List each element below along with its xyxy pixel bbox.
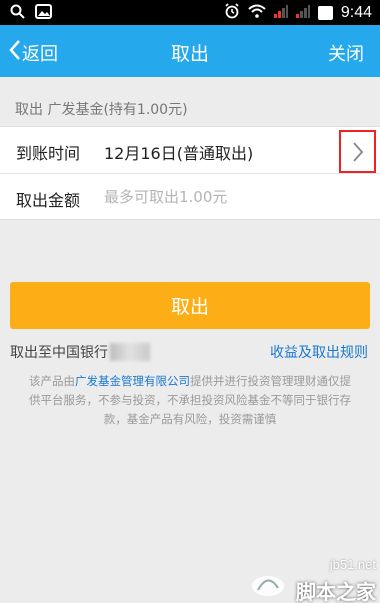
signal-icon: [295, 4, 310, 22]
arrival-time-row[interactable]: 到账时间 12月16日(普通取出): [0, 126, 380, 174]
image-icon: [35, 4, 52, 23]
signal-icon: [273, 4, 288, 22]
withdraw-button[interactable]: 取出: [10, 282, 370, 329]
rules-link[interactable]: 收益及取出规则: [270, 342, 368, 362]
nav-bar: 返回 取出 关闭: [0, 25, 380, 77]
bank-label: 取出至中国银行: [10, 345, 108, 361]
watermark-site: jb51.net: [329, 557, 376, 572]
wifi-icon: [248, 4, 266, 22]
disclaimer-prefix: 该产品由: [29, 374, 75, 388]
masked-account: [110, 343, 150, 361]
chevron-right-icon[interactable]: [339, 130, 376, 173]
arrival-time-label: 到账时间: [16, 144, 81, 163]
battery-icon: [317, 6, 333, 20]
search-icon: [10, 4, 25, 23]
fund-summary: 取出 广发基金(持有1.00元): [15, 102, 188, 118]
company-link[interactable]: 广发基金管理有限公司: [75, 374, 190, 388]
disclaimer: 该产品由广发基金管理有限公司提供并进行投资管理理财通仅提供平台服务，不参与投资，…: [25, 372, 355, 429]
status-right: 9:44: [224, 3, 372, 23]
amount-input[interactable]: [104, 185, 354, 209]
watermark-logo-icon: [252, 576, 284, 596]
alarm-icon: [224, 3, 240, 23]
status-left: [10, 4, 52, 23]
amount-row: 取出金额: [0, 174, 380, 220]
watermark-brand: 脚本之家: [296, 580, 376, 603]
page-title: 取出: [170, 43, 209, 65]
clock: 9:44: [340, 4, 372, 21]
bank-destination: 取出至中国银行: [10, 342, 150, 362]
close-button[interactable]: 关闭: [328, 40, 364, 66]
arrival-time-value: 12月16日(普通取出): [104, 144, 254, 163]
amount-label: 取出金额: [16, 191, 81, 210]
status-bar: 9:44: [0, 0, 380, 25]
